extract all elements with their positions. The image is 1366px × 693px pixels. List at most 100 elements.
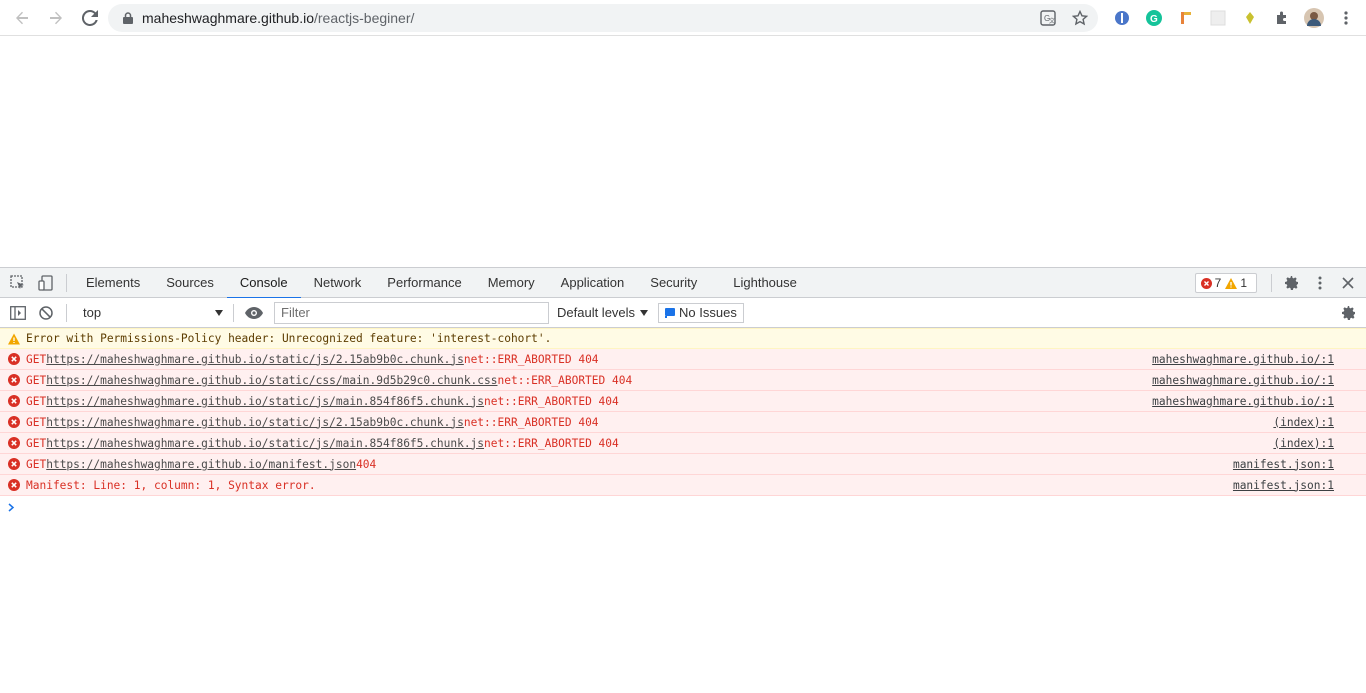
chrome-menu-icon[interactable] xyxy=(1334,6,1358,30)
console-error-row: GET https://maheshwaghmare.github.io/sta… xyxy=(0,433,1366,454)
source-link[interactable]: manifest.json:1 xyxy=(1233,479,1334,492)
extensions-puzzle-icon[interactable] xyxy=(1270,6,1294,30)
extension-blue-circle-icon[interactable] xyxy=(1110,6,1134,30)
forward-button[interactable] xyxy=(40,2,72,34)
issues-flag-icon xyxy=(665,307,676,318)
error-icon xyxy=(8,374,20,386)
prompt-chevron-icon xyxy=(8,502,15,512)
error-status: net::ERR_ABORTED 404 xyxy=(484,436,619,450)
warning-message: Error with Permissions-Policy header: Un… xyxy=(26,332,552,345)
divider xyxy=(66,273,67,292)
error-status: net::ERR_ABORTED 404 xyxy=(484,394,619,408)
console-error-row: GET https://maheshwaghmare.github.io/sta… xyxy=(0,349,1366,370)
lock-icon[interactable] xyxy=(120,10,136,26)
back-arrow-icon xyxy=(16,11,28,24)
console-prompt[interactable] xyxy=(0,496,1366,518)
error-icon xyxy=(8,458,20,470)
error-url-link[interactable]: https://maheshwaghmare.github.io/static/… xyxy=(46,353,464,366)
error-icon xyxy=(8,437,20,449)
svg-text:文: 文 xyxy=(1049,17,1055,25)
url-text: maheshwaghmare.github.io/reactjs-beginer… xyxy=(142,10,414,26)
devtools-menu-icon[interactable] xyxy=(1306,268,1334,298)
error-status: net::ERR_ABORTED 404 xyxy=(463,415,599,429)
error-url-link[interactable]: https://maheshwaghmare.github.io/static/… xyxy=(46,395,484,408)
url-path: /reactjs-beginer/ xyxy=(314,10,415,26)
error-url-link[interactable]: https://maheshwaghmare.github.io/manifes… xyxy=(46,458,356,471)
divider xyxy=(66,303,67,322)
browser-toolbar: maheshwaghmare.github.io/reactjs-beginer… xyxy=(0,0,1366,36)
extensions-area: G xyxy=(1106,4,1362,32)
error-count: 7 xyxy=(1214,276,1222,290)
back-button[interactable] xyxy=(6,2,38,34)
warning-icon xyxy=(8,333,20,344)
tab-sources[interactable]: Sources xyxy=(153,268,227,298)
log-levels-label: Default levels xyxy=(557,305,636,320)
settings-gear-icon[interactable] xyxy=(1278,268,1306,298)
error-method: GET xyxy=(26,352,47,366)
show-sidebar-icon[interactable] xyxy=(4,298,32,328)
source-link[interactable]: manifest.json:1 xyxy=(1233,458,1334,471)
tab-security[interactable]: Security xyxy=(637,268,710,298)
inspect-element-icon[interactable] xyxy=(4,268,32,298)
tab-memory[interactable]: Memory xyxy=(475,268,548,298)
console-error-row: GET https://maheshwaghmare.github.io/sta… xyxy=(0,370,1366,391)
error-method: GET xyxy=(26,394,47,408)
translate-icon[interactable]: G文 xyxy=(1036,6,1060,30)
devtools-tabbar: Elements Sources Console Network Perform… xyxy=(0,268,1366,299)
tab-application[interactable]: Application xyxy=(548,268,638,298)
grammarly-icon[interactable]: G xyxy=(1142,6,1166,30)
error-message: Manifest: Line: 1, column: 1, Syntax err… xyxy=(26,478,316,492)
console-error-row: GET https://maheshwaghmare.github.io/sta… xyxy=(0,412,1366,433)
filter-input[interactable]: Filter xyxy=(274,301,549,324)
bookmark-star-icon[interactable] xyxy=(1068,6,1092,30)
issue-counter[interactable]: 7 1 xyxy=(1194,273,1257,293)
tab-elements[interactable]: Elements xyxy=(73,268,153,298)
error-status: net::ERR_ABORTED 404 xyxy=(497,373,633,387)
error-method: GET xyxy=(26,415,47,429)
console-error-row: GET https://maheshwaghmare.github.io/sta… xyxy=(0,391,1366,412)
error-status: 404 xyxy=(356,457,377,471)
devtools-panel: Elements Sources Console Network Perform… xyxy=(0,267,1366,693)
warning-count: 1 xyxy=(1240,276,1247,290)
console-settings-gear-icon[interactable] xyxy=(1338,302,1360,324)
clear-console-icon[interactable] xyxy=(32,298,60,328)
tab-lighthouse[interactable]: Lighthouse xyxy=(720,268,810,298)
close-devtools-icon[interactable] xyxy=(1334,268,1362,298)
source-link[interactable]: maheshwaghmare.github.io/:1 xyxy=(1152,353,1334,366)
dropdown-arrow-icon xyxy=(215,309,223,316)
divider xyxy=(233,303,234,322)
error-url-link[interactable]: https://maheshwaghmare.github.io/static/… xyxy=(46,374,497,387)
tab-console[interactable]: Console xyxy=(226,268,301,299)
source-link[interactable]: maheshwaghmare.github.io/:1 xyxy=(1152,374,1334,387)
error-method: GET xyxy=(26,457,47,471)
source-link[interactable]: maheshwaghmare.github.io/:1 xyxy=(1152,395,1334,408)
profile-avatar[interactable] xyxy=(1302,6,1326,30)
device-toolbar-icon[interactable] xyxy=(32,268,60,298)
console-warning-row: Error with Permissions-Policy header: Un… xyxy=(0,328,1366,349)
source-link[interactable]: (index):1 xyxy=(1273,437,1334,450)
url-host: maheshwaghmare.github.io xyxy=(142,10,314,26)
error-icon xyxy=(8,353,20,365)
log-levels-dropdown[interactable]: Default levels xyxy=(557,305,649,320)
error-icon xyxy=(8,479,20,491)
context-selector[interactable]: top xyxy=(77,302,227,324)
error-icon xyxy=(8,395,20,407)
extension-orange-icon[interactable] xyxy=(1174,6,1198,30)
tab-performance[interactable]: Performance xyxy=(374,268,474,298)
extension-grid-icon[interactable] xyxy=(1206,6,1230,30)
divider xyxy=(1271,274,1272,292)
error-url-link[interactable]: https://maheshwaghmare.github.io/static/… xyxy=(46,416,464,429)
svg-text:G: G xyxy=(1150,14,1158,25)
tab-network[interactable]: Network xyxy=(301,268,375,298)
live-expression-eye-icon[interactable] xyxy=(240,298,268,328)
extension-gem-icon[interactable] xyxy=(1238,6,1262,30)
source-link[interactable]: (index):1 xyxy=(1273,416,1334,429)
error-method: GET xyxy=(26,436,47,450)
error-url-link[interactable]: https://maheshwaghmare.github.io/static/… xyxy=(46,437,484,450)
issues-button[interactable]: No Issues xyxy=(658,302,744,323)
forward-arrow-icon xyxy=(50,11,62,24)
address-bar[interactable]: maheshwaghmare.github.io/reactjs-beginer… xyxy=(108,4,1098,32)
warning-icon xyxy=(1225,277,1238,289)
reload-button[interactable] xyxy=(74,2,106,34)
issues-label: No Issues xyxy=(679,305,737,320)
